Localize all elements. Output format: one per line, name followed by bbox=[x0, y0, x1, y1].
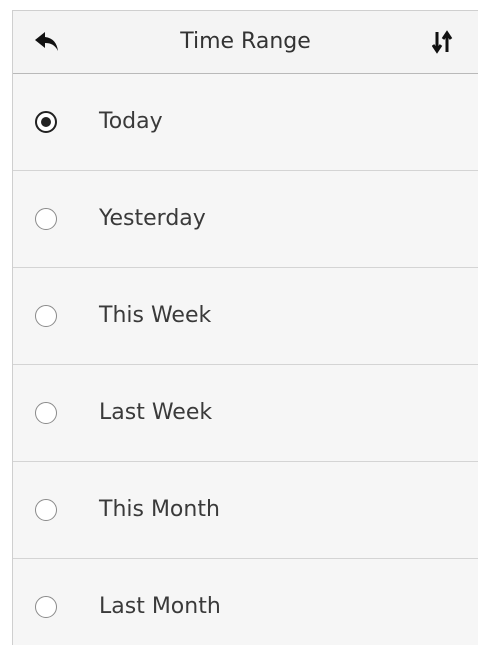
option-label: Yesterday bbox=[99, 206, 206, 231]
option-last-month[interactable]: Last Month bbox=[13, 559, 478, 645]
option-label: Last Week bbox=[99, 400, 213, 425]
sort-button[interactable] bbox=[426, 25, 460, 59]
radio-yesterday[interactable] bbox=[35, 208, 57, 230]
option-label: This Month bbox=[99, 497, 220, 522]
option-this-month[interactable]: This Month bbox=[13, 462, 478, 559]
radio-this-week[interactable] bbox=[35, 305, 57, 327]
option-this-week[interactable]: This Week bbox=[13, 268, 478, 365]
option-label: Today bbox=[99, 109, 163, 134]
sort-arrows-icon bbox=[432, 30, 453, 54]
radio-last-month[interactable] bbox=[35, 596, 57, 618]
radio-today[interactable] bbox=[35, 111, 57, 133]
radio-selected-dot bbox=[41, 117, 51, 127]
time-range-screen: Time Range Today Yesterday This Week Las… bbox=[12, 10, 478, 645]
radio-last-week[interactable] bbox=[35, 402, 57, 424]
radio-this-month[interactable] bbox=[35, 499, 57, 521]
option-last-week[interactable]: Last Week bbox=[13, 365, 478, 462]
page-title: Time Range bbox=[180, 29, 311, 54]
option-yesterday[interactable]: Yesterday bbox=[13, 171, 478, 268]
option-label: This Week bbox=[99, 303, 212, 328]
header-bar: Time Range bbox=[13, 11, 478, 74]
option-today[interactable]: Today bbox=[13, 74, 478, 171]
option-label: Last Month bbox=[99, 594, 221, 619]
time-range-list: Today Yesterday This Week Last Week This… bbox=[13, 74, 478, 645]
